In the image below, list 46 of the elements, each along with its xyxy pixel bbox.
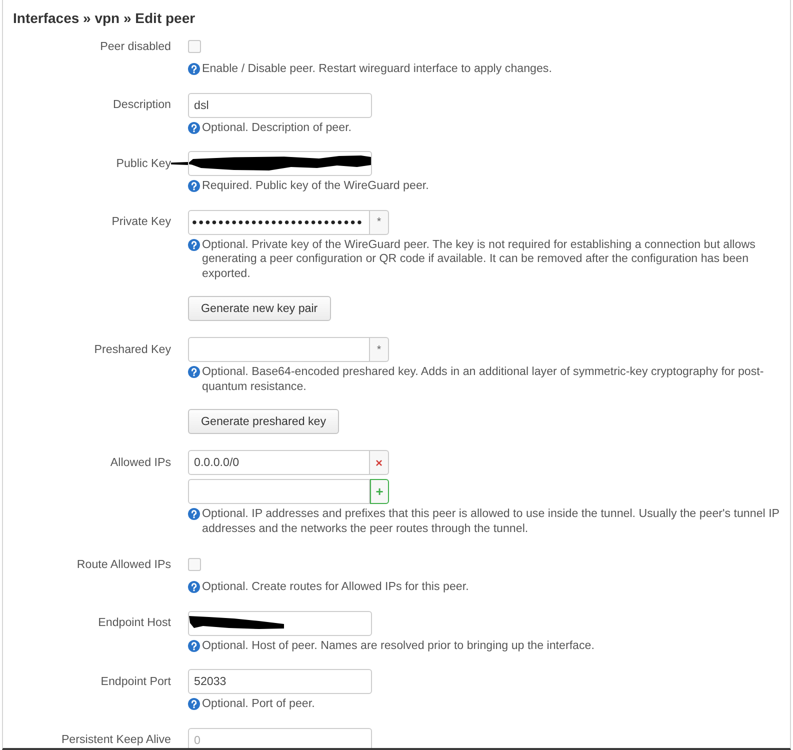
remove-button[interactable]: × xyxy=(370,450,389,475)
key-field[interactable] xyxy=(188,337,370,362)
field-label: Peer disabled xyxy=(100,40,171,54)
ip-field[interactable] xyxy=(188,479,370,504)
help-icon xyxy=(188,63,200,75)
redaction-line xyxy=(171,162,188,165)
generate-button[interactable]: Generate new key pair xyxy=(188,296,331,321)
field-label: Preshared Key xyxy=(94,342,171,356)
text-field[interactable] xyxy=(188,610,372,636)
help-text: Optional. Base64-encoded preshared key. Adds in an additional layer of symmetric-key cryptography for post-quantum resistance. xyxy=(202,365,765,394)
checkbox[interactable] xyxy=(188,558,201,571)
help-icon xyxy=(188,581,200,593)
help-icon xyxy=(188,698,200,710)
help-text: Optional. Port of peer. xyxy=(202,697,315,712)
help-icon xyxy=(188,238,200,250)
field-label: Allowed IPs xyxy=(110,456,171,470)
field-label: Description xyxy=(113,98,171,112)
text-field[interactable]: 0 xyxy=(188,728,372,748)
generate-button[interactable]: Generate preshared key xyxy=(188,409,340,434)
checkbox[interactable] xyxy=(188,40,201,53)
field-label: Endpoint Host xyxy=(98,616,171,630)
help-icon xyxy=(188,180,200,192)
text-field[interactable] xyxy=(188,151,372,176)
field-label: Route Allowed IPs xyxy=(76,558,171,572)
help-text: Optional. IP addresses and prefixes that this peer is allowed to use inside the tunnel. Usually the peer's tunnel IP addresses and the networks the peer routes through the tunnel. xyxy=(202,507,780,536)
help-text: Required. Public key of the WireGuard peer. xyxy=(202,179,429,194)
text-field[interactable]: 52033 xyxy=(188,669,372,694)
help-text: Optional. Description of peer. xyxy=(202,120,352,135)
reveal-button[interactable]: * xyxy=(370,210,389,234)
field-label: Endpoint Port xyxy=(100,674,171,688)
reveal-button[interactable]: * xyxy=(370,337,389,362)
field-label: Public Key xyxy=(116,156,171,170)
help-icon xyxy=(188,640,200,652)
page-title: Interfaces » vpn » Edit peer xyxy=(13,9,196,28)
help-text: Optional. Private key of the WireGuard peer. The key is not required for establishing a connection but allows generating a peer configuration or QR code if available. It can be removed after the configuration has been exported. xyxy=(202,238,756,281)
text-field[interactable]: dsl xyxy=(188,92,372,118)
help-icon xyxy=(188,122,200,134)
field-label: Persistent Keep Alive xyxy=(61,733,171,747)
help-text: Enable / Disable peer. Restart wireguard interface to apply changes. xyxy=(202,62,552,76)
ip-field[interactable]: 0.0.0.0/0 xyxy=(188,450,370,475)
help-text: Optional. Host of peer. Names are resolved prior to bringing up the interface. xyxy=(202,638,594,653)
help-icon xyxy=(188,366,200,378)
help-icon xyxy=(188,508,200,520)
key-field[interactable]: •••••••••••••••••••••••••• xyxy=(188,210,370,234)
help-text: Optional. Create routes for Allowed IPs for this peer. xyxy=(202,580,469,594)
field-label: Private Key xyxy=(112,215,171,229)
